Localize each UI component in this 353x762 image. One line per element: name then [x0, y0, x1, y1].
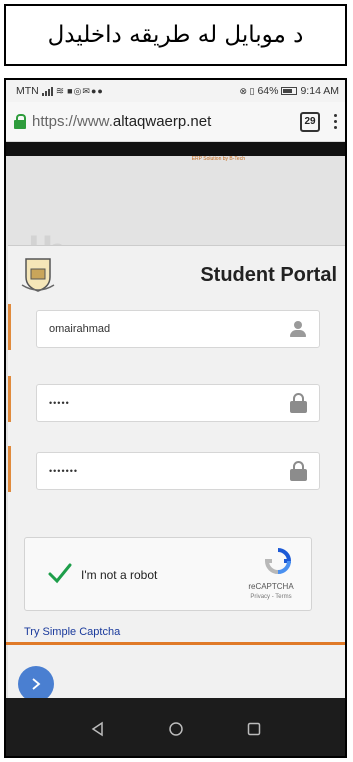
battery-icon — [281, 87, 298, 95]
status-left: MTN ≋ ■◎✉●● — [16, 85, 104, 97]
banner-tagline: ERP Solution by B-Tech — [191, 156, 245, 162]
browser-url-bar[interactable]: https://www.altaqwaerp.net 29 — [6, 102, 345, 142]
url-prefix: https://www. — [32, 113, 113, 130]
url-text[interactable]: https://www.altaqwaerp.net — [32, 113, 300, 130]
recaptcha-brand: reCAPTCHA — [248, 582, 294, 591]
recaptcha-label: I'm not a robot — [81, 568, 158, 582]
card-header: Student Portal — [8, 246, 345, 304]
tab-switcher-button[interactable]: 29 — [300, 111, 320, 132]
site-banner — [6, 142, 345, 156]
recents-icon[interactable] — [246, 721, 262, 737]
browser-menu-icon[interactable] — [334, 114, 337, 129]
home-icon[interactable] — [168, 721, 184, 737]
user-icon — [289, 321, 307, 337]
phone-screenshot: MTN ≋ ■◎✉●● ⊗ ▯ 64% 9:14 AM https://www.… — [4, 78, 347, 758]
clock: 9:14 AM — [300, 85, 339, 97]
recaptcha-widget[interactable]: I'm not a robot reCAPTCHA Privacy - Term… — [24, 537, 312, 611]
chevron-right-icon — [32, 678, 41, 690]
status-bar: MTN ≋ ■◎✉●● ⊗ ▯ 64% 9:14 AM — [6, 80, 345, 102]
portal-title: Student Portal — [200, 263, 337, 286]
field-accent-3 — [8, 446, 11, 492]
back-icon[interactable] — [90, 721, 106, 737]
orange-divider — [6, 642, 345, 645]
recaptcha-logo-icon — [264, 548, 292, 574]
carrier-name: MTN — [16, 85, 39, 97]
battery-percent: 64% — [257, 85, 279, 97]
recaptcha-privacy-terms[interactable]: Privacy - Terms — [241, 594, 301, 600]
wifi-icon: ≋ — [55, 85, 65, 97]
vibrate-icon: ⊗ ▯ — [239, 85, 255, 96]
field-accent-2 — [8, 376, 11, 422]
notification-icons: ■◎✉●● — [67, 85, 104, 96]
url-domain: altaqwaerp.net — [112, 113, 212, 130]
username-field[interactable]: omairahmad — [36, 310, 320, 348]
padlock-icon — [290, 393, 307, 413]
school-emblem-icon — [21, 258, 55, 292]
password-mask: ••••• — [49, 398, 70, 408]
signal-icon — [41, 86, 53, 96]
username-value: omairahmad — [49, 323, 111, 335]
web-page: ERP Solution by B-Tech lb Student Portal… — [6, 142, 345, 698]
captcha-code-field[interactable]: ••••••• — [36, 452, 320, 490]
checkmark-icon[interactable] — [47, 560, 73, 586]
password-field[interactable]: ••••• — [36, 384, 320, 422]
secure-lock-icon[interactable] — [14, 114, 26, 129]
simple-captcha-link[interactable]: Try Simple Captcha — [24, 626, 120, 638]
android-nav-bar — [6, 698, 345, 756]
status-right: ⊗ ▯ 64% 9:14 AM — [239, 85, 339, 97]
padlock-icon — [290, 461, 307, 481]
captcha-code-mask: ••••••• — [49, 466, 79, 476]
caption-box: د موبایل له طریقه داخلیدل — [4, 4, 347, 66]
caption-text: د موبایل له طریقه داخلیدل — [47, 22, 304, 48]
field-accent-1 — [8, 304, 11, 350]
next-button[interactable] — [18, 666, 54, 698]
